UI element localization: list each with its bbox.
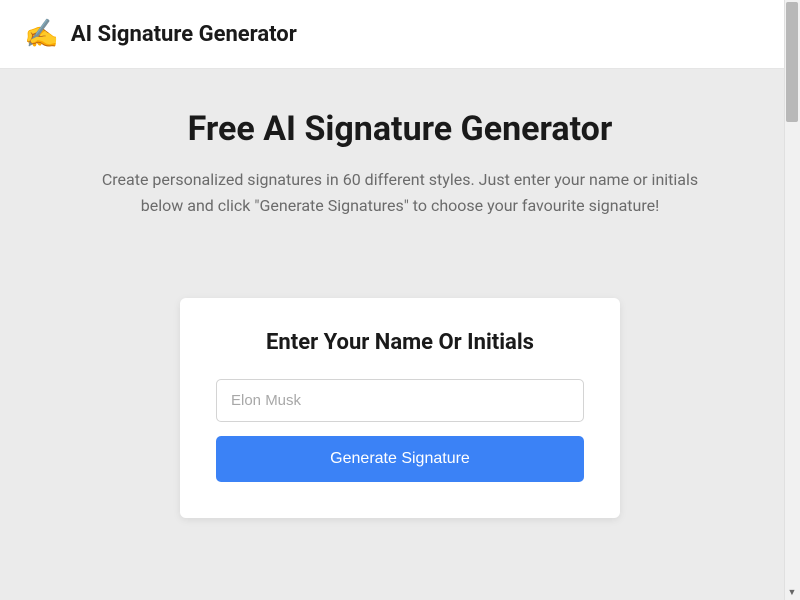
page-title: Free AI Signature Generator [60, 109, 740, 149]
writing-hand-icon: ✍️ [24, 20, 59, 48]
card-title: Enter Your Name Or Initials [216, 330, 584, 355]
input-card: Enter Your Name Or Initials Generate Sig… [180, 298, 620, 518]
name-input[interactable] [216, 379, 584, 422]
generate-signature-button[interactable]: Generate Signature [216, 436, 584, 482]
page-subtitle: Create personalized signatures in 60 dif… [80, 167, 720, 218]
scrollbar-thumb[interactable] [786, 2, 798, 122]
scroll-down-arrow-icon[interactable]: ▼ [784, 584, 800, 600]
main-content: Free AI Signature Generator Create perso… [0, 69, 800, 518]
header: ✍️ AI Signature Generator [0, 0, 800, 69]
brand-title: AI Signature Generator [71, 22, 297, 47]
vertical-scrollbar[interactable]: ▲ ▼ [784, 0, 800, 600]
